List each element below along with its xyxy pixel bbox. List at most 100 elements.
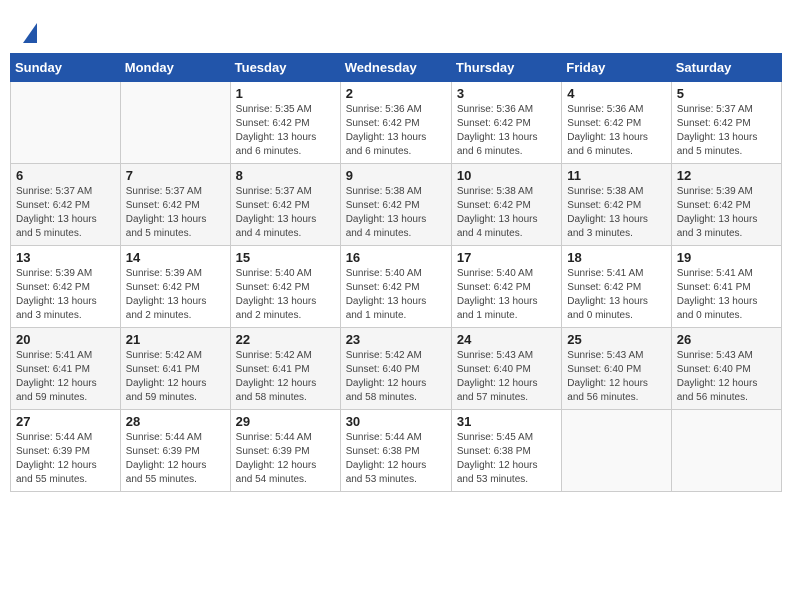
- calendar-cell: 13 Sunrise: 5:39 AM Sunset: 6:42 PM Dayli…: [11, 246, 121, 328]
- day-number: 11: [567, 168, 665, 183]
- day-number: 1: [236, 86, 335, 101]
- calendar-cell: 4 Sunrise: 5:36 AM Sunset: 6:42 PM Daylig…: [562, 82, 671, 164]
- day-number: 5: [677, 86, 776, 101]
- day-info: Sunrise: 5:42 AM Sunset: 6:40 PM Dayligh…: [346, 349, 446, 405]
- day-info: Sunrise: 5:40 AM Sunset: 6:42 PM Dayligh…: [457, 267, 556, 323]
- calendar-cell: 31 Sunrise: 5:45 AM Sunset: 6:38 PM Dayli…: [451, 410, 561, 492]
- day-number: 7: [126, 168, 225, 183]
- calendar-header-sunday: Sunday: [11, 54, 121, 82]
- day-number: 9: [346, 168, 446, 183]
- day-info: Sunrise: 5:38 AM Sunset: 6:42 PM Dayligh…: [567, 185, 665, 241]
- calendar-cell: [120, 82, 230, 164]
- day-info: Sunrise: 5:44 AM Sunset: 6:39 PM Dayligh…: [126, 431, 225, 487]
- day-info: Sunrise: 5:36 AM Sunset: 6:42 PM Dayligh…: [567, 103, 665, 159]
- day-info: Sunrise: 5:41 AM Sunset: 6:42 PM Dayligh…: [567, 267, 665, 323]
- calendar-cell: 21Sunrise: 5:42 AM Sunset: 6:41 PM Dayli…: [120, 328, 230, 410]
- calendar-cell: 23 Sunrise: 5:42 AM Sunset: 6:40 PM Dayli…: [340, 328, 451, 410]
- calendar-week-row: 1 Sunrise: 5:35 AM Sunset: 6:42 PM Daylig…: [11, 82, 782, 164]
- calendar-cell: [671, 410, 781, 492]
- day-info: Sunrise: 5:39 AM Sunset: 6:42 PM Dayligh…: [677, 185, 776, 241]
- calendar-cell: 22Sunrise: 5:42 AM Sunset: 6:41 PM Dayli…: [230, 328, 340, 410]
- day-number: 3: [457, 86, 556, 101]
- calendar-cell: 7 Sunrise: 5:37 AM Sunset: 6:42 PM Daylig…: [120, 164, 230, 246]
- calendar-cell: 26 Sunrise: 5:43 AM Sunset: 6:40 PM Dayli…: [671, 328, 781, 410]
- day-number: 31: [457, 414, 556, 429]
- calendar-cell: [562, 410, 671, 492]
- day-number: 13: [16, 250, 115, 265]
- day-info: Sunrise: 5:37 AM Sunset: 6:42 PM Dayligh…: [677, 103, 776, 159]
- day-info: Sunrise: 5:37 AM Sunset: 6:42 PM Dayligh…: [16, 185, 115, 241]
- day-info: Sunrise: 5:39 AM Sunset: 6:42 PM Dayligh…: [126, 267, 225, 323]
- calendar-header-saturday: Saturday: [671, 54, 781, 82]
- day-info: Sunrise: 5:36 AM Sunset: 6:42 PM Dayligh…: [346, 103, 446, 159]
- day-number: 19: [677, 250, 776, 265]
- day-info: Sunrise: 5:36 AM Sunset: 6:42 PM Dayligh…: [457, 103, 556, 159]
- day-info: Sunrise: 5:44 AM Sunset: 6:39 PM Dayligh…: [236, 431, 335, 487]
- day-number: 18: [567, 250, 665, 265]
- day-number: 6: [16, 168, 115, 183]
- calendar-cell: 15Sunrise: 5:40 AM Sunset: 6:42 PM Dayli…: [230, 246, 340, 328]
- day-number: 26: [677, 332, 776, 347]
- day-number: 4: [567, 86, 665, 101]
- day-number: 21: [126, 332, 225, 347]
- calendar-cell: 16 Sunrise: 5:40 AM Sunset: 6:42 PM Dayli…: [340, 246, 451, 328]
- calendar-cell: 18 Sunrise: 5:41 AM Sunset: 6:42 PM Dayli…: [562, 246, 671, 328]
- calendar-header-monday: Monday: [120, 54, 230, 82]
- day-info: Sunrise: 5:37 AM Sunset: 6:42 PM Dayligh…: [236, 185, 335, 241]
- day-info: Sunrise: 5:40 AM Sunset: 6:42 PM Dayligh…: [346, 267, 446, 323]
- day-info: Sunrise: 5:43 AM Sunset: 6:40 PM Dayligh…: [677, 349, 776, 405]
- calendar-cell: 29 Sunrise: 5:44 AM Sunset: 6:39 PM Dayli…: [230, 410, 340, 492]
- calendar-table: SundayMondayTuesdayWednesdayThursdayFrid…: [10, 53, 782, 492]
- day-number: 29: [236, 414, 335, 429]
- day-info: Sunrise: 5:35 AM Sunset: 6:42 PM Dayligh…: [236, 103, 335, 159]
- day-number: 25: [567, 332, 665, 347]
- calendar-cell: 2 Sunrise: 5:36 AM Sunset: 6:42 PM Daylig…: [340, 82, 451, 164]
- day-number: 2: [346, 86, 446, 101]
- day-info: Sunrise: 5:43 AM Sunset: 6:40 PM Dayligh…: [457, 349, 556, 405]
- day-info: Sunrise: 5:37 AM Sunset: 6:42 PM Dayligh…: [126, 185, 225, 241]
- calendar-cell: 1 Sunrise: 5:35 AM Sunset: 6:42 PM Daylig…: [230, 82, 340, 164]
- calendar-week-row: 27 Sunrise: 5:44 AM Sunset: 6:39 PM Dayli…: [11, 410, 782, 492]
- calendar-cell: 5 Sunrise: 5:37 AM Sunset: 6:42 PM Daylig…: [671, 82, 781, 164]
- calendar-cell: 9 Sunrise: 5:38 AM Sunset: 6:42 PM Daylig…: [340, 164, 451, 246]
- day-number: 27: [16, 414, 115, 429]
- calendar-header-row: SundayMondayTuesdayWednesdayThursdayFrid…: [11, 54, 782, 82]
- calendar-header-tuesday: Tuesday: [230, 54, 340, 82]
- day-info: Sunrise: 5:41 AM Sunset: 6:41 PM Dayligh…: [677, 267, 776, 323]
- day-number: 15: [236, 250, 335, 265]
- day-info: Sunrise: 5:41 AM Sunset: 6:41 PM Dayligh…: [16, 349, 115, 405]
- calendar-cell: 20 Sunrise: 5:41 AM Sunset: 6:41 PM Dayli…: [11, 328, 121, 410]
- logo-icon: [23, 23, 37, 43]
- day-info: Sunrise: 5:42 AM Sunset: 6:41 PM Dayligh…: [236, 349, 335, 405]
- calendar-cell: 6 Sunrise: 5:37 AM Sunset: 6:42 PM Daylig…: [11, 164, 121, 246]
- day-info: Sunrise: 5:44 AM Sunset: 6:39 PM Dayligh…: [16, 431, 115, 487]
- page-header: [10, 10, 782, 48]
- calendar-cell: 3 Sunrise: 5:36 AM Sunset: 6:42 PM Daylig…: [451, 82, 561, 164]
- day-number: 10: [457, 168, 556, 183]
- day-info: Sunrise: 5:39 AM Sunset: 6:42 PM Dayligh…: [16, 267, 115, 323]
- day-number: 24: [457, 332, 556, 347]
- calendar-cell: 27 Sunrise: 5:44 AM Sunset: 6:39 PM Dayli…: [11, 410, 121, 492]
- day-info: Sunrise: 5:38 AM Sunset: 6:42 PM Dayligh…: [346, 185, 446, 241]
- day-number: 30: [346, 414, 446, 429]
- calendar-week-row: 20 Sunrise: 5:41 AM Sunset: 6:41 PM Dayli…: [11, 328, 782, 410]
- day-number: 8: [236, 168, 335, 183]
- calendar-cell: 28 Sunrise: 5:44 AM Sunset: 6:39 PM Dayli…: [120, 410, 230, 492]
- calendar-cell: 10 Sunrise: 5:38 AM Sunset: 6:42 PM Dayli…: [451, 164, 561, 246]
- calendar-cell: 17Sunrise: 5:40 AM Sunset: 6:42 PM Dayli…: [451, 246, 561, 328]
- day-number: 12: [677, 168, 776, 183]
- calendar-week-row: 13 Sunrise: 5:39 AM Sunset: 6:42 PM Dayli…: [11, 246, 782, 328]
- day-info: Sunrise: 5:38 AM Sunset: 6:42 PM Dayligh…: [457, 185, 556, 241]
- calendar-cell: 19 Sunrise: 5:41 AM Sunset: 6:41 PM Dayli…: [671, 246, 781, 328]
- calendar-cell: 12 Sunrise: 5:39 AM Sunset: 6:42 PM Dayli…: [671, 164, 781, 246]
- calendar-header-friday: Friday: [562, 54, 671, 82]
- calendar-cell: 8 Sunrise: 5:37 AM Sunset: 6:42 PM Daylig…: [230, 164, 340, 246]
- day-info: Sunrise: 5:45 AM Sunset: 6:38 PM Dayligh…: [457, 431, 556, 487]
- calendar-cell: [11, 82, 121, 164]
- day-number: 23: [346, 332, 446, 347]
- day-number: 28: [126, 414, 225, 429]
- day-number: 16: [346, 250, 446, 265]
- day-number: 20: [16, 332, 115, 347]
- logo: [20, 20, 37, 43]
- calendar-week-row: 6 Sunrise: 5:37 AM Sunset: 6:42 PM Daylig…: [11, 164, 782, 246]
